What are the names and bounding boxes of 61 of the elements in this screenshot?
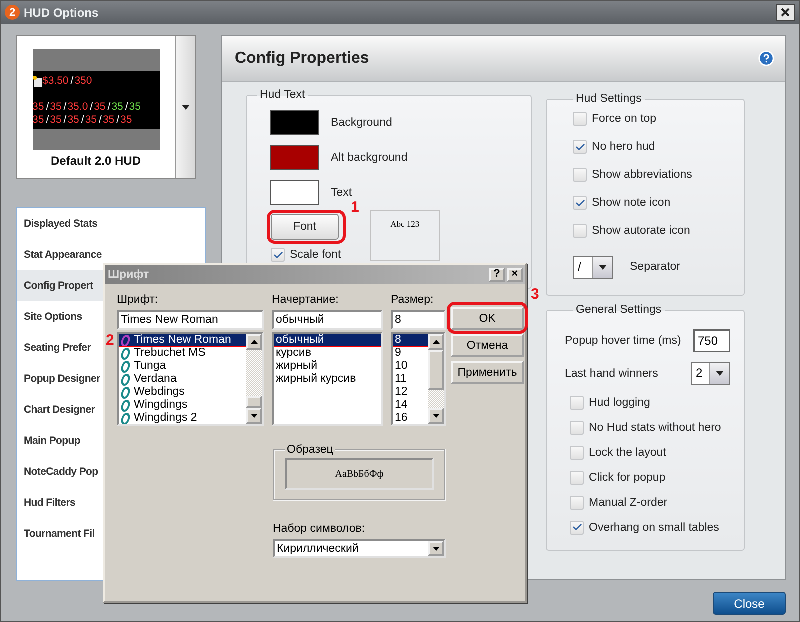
field-label: Popup hover time (ms) (565, 334, 682, 346)
stat-value: 35 (85, 114, 98, 126)
swatch-label: Text (331, 186, 352, 198)
group-title: General Settings (575, 304, 663, 316)
font-preview: Abc 123 (370, 210, 440, 261)
hud-name: Default 2.0 HUD (50, 154, 142, 168)
field-label: Шрифт: (117, 294, 160, 308)
checkbox-label: Force on top (592, 113, 657, 125)
checkbox-label: Scale font (290, 249, 342, 261)
stat-value: 35 (102, 114, 115, 126)
panel-title: Config Properties (235, 50, 370, 68)
stat-separator: / (81, 114, 84, 126)
swatch-label: Background (331, 116, 392, 128)
stat-value: 35.0 (68, 100, 88, 114)
stat-separator: / (64, 100, 67, 114)
stat-separator: / (125, 100, 128, 114)
checkbox-label: Lock the layout (589, 446, 666, 458)
checkbox-label: Hud logging (589, 396, 650, 408)
stat-separator: / (70, 74, 74, 88)
step-number: 2 (106, 333, 114, 348)
stat-value: 35 (112, 100, 124, 114)
field-label: Набор символов: (273, 523, 366, 537)
stat-value: 35 (32, 100, 44, 114)
field-label: Last hand winners (565, 368, 658, 380)
stat-value: 35 (50, 114, 62, 126)
checkbox-label: No Hud stats without hero (589, 422, 722, 434)
group-title: Hud Text (259, 89, 306, 101)
step-number: 3 (531, 287, 540, 302)
stat-value: 35 (32, 114, 44, 126)
checkbox-label: Show abbreviations (592, 169, 692, 181)
group-title: Образец (286, 444, 334, 456)
checkbox-label: No hero hud (592, 141, 656, 153)
stat-value: 35 (68, 114, 80, 126)
checkbox-label: Click for popup (589, 472, 666, 484)
checkbox-label: Show note icon (592, 197, 671, 209)
field-label: Размер: (391, 294, 435, 308)
stat-value: 35 (50, 100, 62, 114)
stat-value: 35 (120, 114, 132, 126)
swatch-label: Alt background (331, 152, 408, 164)
stat-separator: / (99, 114, 102, 126)
field-label: Начертание: (272, 294, 340, 308)
stat-value: $3.50 (42, 74, 69, 88)
stat-separator: / (108, 100, 111, 114)
step-number: 1 (351, 200, 360, 215)
stat-separator: / (46, 114, 50, 126)
stat-value: 35 (94, 100, 106, 114)
stat-value: 35 (129, 100, 141, 114)
stat-separator: / (90, 100, 94, 114)
stat-separator: / (46, 100, 50, 114)
stat-value: 350 (74, 74, 92, 88)
group-title: Hud Settings (575, 93, 643, 105)
font-sample: AaBbБбФф (285, 458, 434, 490)
window-title: HUD Options (24, 6, 100, 20)
checkbox-label: Manual Z-order (589, 496, 668, 508)
stat-separator: / (64, 114, 67, 126)
checkbox-label: Show autorate icon (592, 225, 690, 237)
dialog-title: Шрифт (108, 268, 150, 280)
stat-separator: / (116, 114, 120, 126)
checkbox-label: Overhang on small tables (589, 522, 720, 534)
app-logo: 2 (5, 5, 20, 20)
select-label: Separator (630, 261, 681, 273)
